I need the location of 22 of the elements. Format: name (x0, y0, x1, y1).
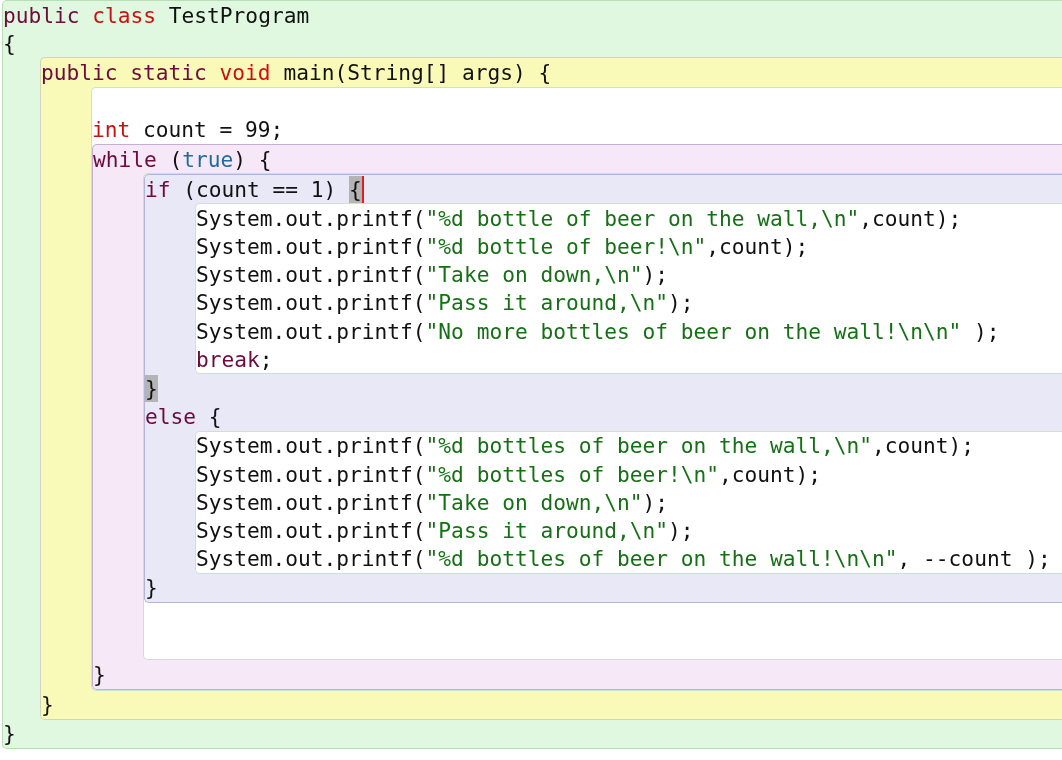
code-line: break; (196, 345, 274, 374)
code-line: System.out.printf("Pass it around,\n"); (196, 516, 695, 545)
code-line: System.out.printf("Take on down,\n"); (196, 488, 669, 517)
code-line: else { (145, 403, 223, 431)
code-line: public class TestProgram (3, 1, 311, 30)
code-line: System.out.printf("%d bottle of beer!\n",count); (196, 233, 810, 261)
code-line: System.out.printf("%d bottles of beer on the wall,\n",count); (196, 432, 976, 460)
code-line: System.out.printf("%d bottles of beer on the wall!\n\n", --count ); (196, 545, 1052, 573)
code-line: int count = 99; (92, 116, 285, 144)
code-line: System.out.printf("Pass it around,\n"); (196, 289, 695, 318)
code-line: } (93, 660, 107, 689)
code-line: if (count == 1) { (145, 175, 365, 204)
code-line: System.out.printf("%d bottles of beer!\n",count); (196, 460, 823, 489)
code-line: public static void main(String[] args) { (41, 58, 553, 87)
code-line: } (145, 574, 159, 602)
code-line: System.out.printf("Take on down,\n"); (196, 261, 669, 289)
code-line: System.out.printf("%d bottle of beer on the wall,\n",count); (196, 204, 963, 233)
code-line: System.out.printf("No more bottles of beer on the wall!\n\n" ); (196, 317, 1001, 346)
code-line: } (41, 691, 55, 719)
code-line: } (3, 720, 17, 748)
code-line: { (3, 29, 17, 58)
code-line: while (true) { (93, 145, 273, 174)
